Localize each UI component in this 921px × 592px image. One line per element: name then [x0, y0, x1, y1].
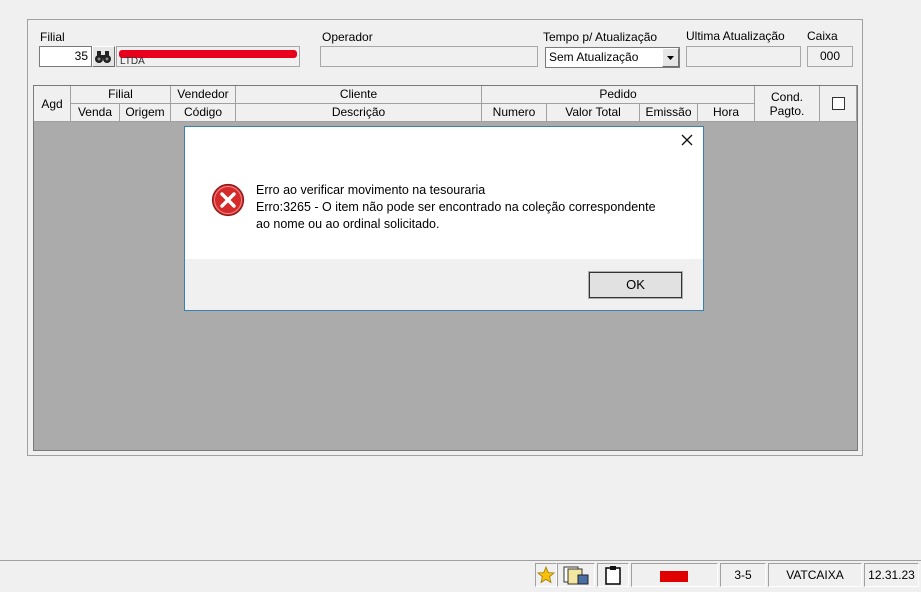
status-code: 3-5	[720, 563, 766, 587]
tempo-label: Tempo p/ Atualização	[543, 30, 658, 44]
col-hora[interactable]: Hora	[698, 104, 755, 122]
group-vendedor: Vendedor	[171, 86, 236, 104]
filial-name-text: LTDA	[120, 56, 145, 67]
tempo-select[interactable]: Sem Atualização	[545, 47, 680, 68]
filial-input[interactable]: 35	[39, 46, 92, 67]
status-indicator	[631, 563, 718, 587]
error-message-line3: ao nome ou ao ordinal solicitado.	[256, 217, 440, 231]
col-venda[interactable]: Venda	[71, 104, 120, 122]
chevron-down-icon	[667, 56, 674, 60]
select-all-checkbox[interactable]	[832, 97, 845, 110]
status-bar: 3-5 VATCAIXA 12.31.23	[0, 560, 921, 587]
col-cond-pagto[interactable]: Cond. Pagto.	[755, 86, 820, 122]
col-emissao[interactable]: Emissão	[640, 104, 698, 122]
caixa-label: Caixa	[807, 29, 838, 43]
dialog-close-button[interactable]	[678, 131, 696, 149]
star-icon	[537, 565, 555, 584]
redaction-mark	[119, 50, 297, 58]
filial-name-field: LTDA	[116, 46, 300, 67]
status-station: VATCAIXA	[768, 563, 862, 587]
col-select-all[interactable]	[820, 86, 857, 122]
close-icon	[681, 134, 693, 146]
tempo-select-value: Sem Atualização	[549, 50, 639, 64]
error-dialog: Erro ao verificar movimento na tesourari…	[184, 126, 704, 311]
caixa-field: 000	[807, 46, 853, 67]
operador-field	[320, 46, 538, 67]
col-origem[interactable]: Origem	[120, 104, 171, 122]
search-filial-button[interactable]	[92, 46, 115, 67]
error-icon	[211, 183, 245, 217]
ok-button[interactable]: OK	[588, 271, 683, 299]
documents-icon	[563, 566, 589, 585]
group-filial: Filial	[71, 86, 171, 104]
col-descricao[interactable]: Descrição	[236, 104, 482, 122]
ultima-label: Ultima Atualização	[686, 29, 785, 43]
error-message-line2: Erro:3265 - O item não pode ser encontra…	[256, 200, 656, 214]
red-indicator-mark	[660, 571, 688, 582]
tempo-dropdown-button[interactable]	[662, 48, 679, 67]
status-time: 12.31.23	[864, 563, 919, 587]
documents-button[interactable]	[557, 563, 595, 587]
ultima-field	[686, 46, 801, 67]
group-cliente: Cliente	[236, 86, 482, 104]
clipboard-icon	[605, 566, 621, 585]
col-agd[interactable]: Agd	[34, 86, 71, 122]
favorites-button[interactable]	[535, 563, 557, 587]
col-valor-total[interactable]: Valor Total	[547, 104, 640, 122]
error-message-line1: Erro ao verificar movimento na tesourari…	[256, 183, 486, 197]
group-pedido: Pedido	[482, 86, 755, 104]
col-codigo[interactable]: Código	[171, 104, 236, 122]
filial-label: Filial	[40, 30, 65, 44]
col-numero[interactable]: Numero	[482, 104, 547, 122]
binoculars-icon	[95, 51, 111, 63]
clipboard-button[interactable]	[597, 563, 629, 587]
operador-label: Operador	[322, 30, 373, 44]
